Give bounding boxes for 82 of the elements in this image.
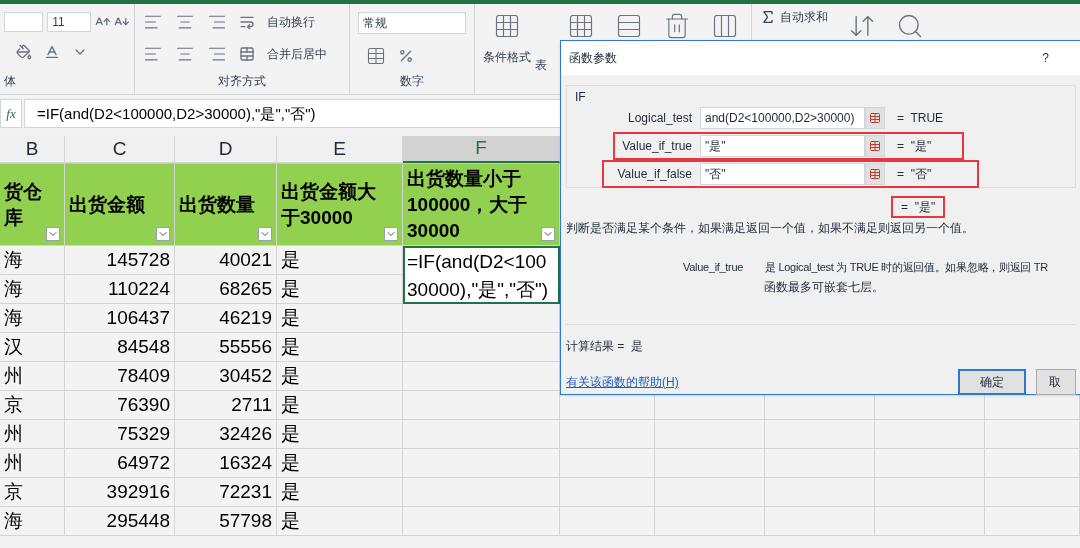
column-header[interactable]: C bbox=[65, 136, 175, 163]
table-cell: 汉 bbox=[0, 333, 65, 362]
table-cell: 是 bbox=[277, 275, 403, 304]
argument-note: 函数最多可嵌套七层。 bbox=[763, 278, 885, 296]
merge-center-button[interactable]: 合并后居中 bbox=[267, 45, 327, 63]
argument-field[interactable]: "否" bbox=[700, 163, 865, 185]
table-cell: 72231 bbox=[175, 478, 277, 507]
table-cell: 40021 bbox=[175, 246, 277, 275]
table-cell: 392916 bbox=[65, 478, 175, 507]
table-cell: 海 bbox=[0, 275, 65, 304]
argument-description: 是 Logical_test 为 TRUE 时的返回值。如果忽略，则返回 TR bbox=[765, 260, 1048, 275]
table-cell: 是 bbox=[277, 507, 403, 536]
table-cell: 46219 bbox=[175, 304, 277, 333]
table-cell: 2711 bbox=[175, 391, 277, 420]
table-cell: 84548 bbox=[65, 333, 175, 362]
argument-label: Logical_test bbox=[626, 110, 693, 127]
table-cell: 110224 bbox=[65, 275, 175, 304]
cancel-button[interactable]: 取 bbox=[1036, 368, 1076, 395]
column-header[interactable]: F bbox=[403, 136, 560, 163]
table-cell: 57798 bbox=[175, 507, 277, 536]
font-size-field[interactable]: 11 bbox=[47, 12, 91, 32]
table-cell: 是 bbox=[277, 420, 403, 449]
cell-editor[interactable]: =IF(and(D2<100 30000),"是","否") bbox=[403, 246, 560, 304]
calculation-result: 计算结果 = 是 bbox=[565, 337, 644, 355]
argument-name: Value_if_true bbox=[683, 260, 745, 275]
table-cell: 京 bbox=[0, 391, 65, 420]
table-cell: 州 bbox=[0, 449, 65, 478]
function-label[interactable]: fx bbox=[0, 99, 22, 128]
column-header[interactable]: D bbox=[175, 136, 277, 163]
argument-result: = TRUE bbox=[897, 110, 944, 127]
header-text: 出货数量 bbox=[179, 192, 255, 217]
argument-label: Value_if_true bbox=[621, 138, 693, 155]
autosum-button[interactable]: 自动求和 bbox=[780, 8, 828, 26]
help-link[interactable]: 有关该函数的帮助(H) bbox=[566, 372, 959, 391]
conditional-format-button[interactable]: 条件格式 bbox=[483, 48, 531, 66]
table-cell: 64972 bbox=[65, 449, 175, 478]
table-cell: 68265 bbox=[175, 275, 277, 304]
wrap-text-button[interactable]: 自动换行 bbox=[267, 13, 315, 31]
formula-result: = "是" bbox=[891, 196, 946, 218]
table-cell: 州 bbox=[0, 420, 65, 449]
argument-result: = "否" bbox=[897, 166, 932, 183]
formula-text: =IF(and(D2<100 bbox=[407, 250, 548, 274]
table-cell: 295448 bbox=[65, 507, 175, 536]
table-cell: 海 bbox=[0, 246, 65, 275]
table-cell: 55556 bbox=[175, 333, 277, 362]
table-cell: 32426 bbox=[175, 420, 277, 449]
argument-field[interactable]: and(D2<100000,D2>30000) bbox=[700, 107, 865, 129]
table-cell: 78409 bbox=[65, 362, 175, 391]
table-cell: 106437 bbox=[65, 304, 175, 333]
header-text: 出货金额 bbox=[69, 192, 145, 217]
table-cell: 76390 bbox=[65, 391, 175, 420]
table-cell: 海 bbox=[0, 507, 65, 536]
ok-button[interactable]: 确定 bbox=[958, 368, 1027, 395]
dialog-title: 函数参数 bbox=[569, 50, 617, 67]
header-text: 出货数量小于100000，大于30000 bbox=[407, 166, 529, 243]
table-cell: 30452 bbox=[175, 362, 277, 391]
group-label: 体 bbox=[4, 73, 17, 90]
table-cell: 75329 bbox=[65, 420, 175, 449]
table-cell: 是 bbox=[277, 391, 403, 420]
table-cell: 是 bbox=[277, 304, 403, 333]
group-label: 数字 bbox=[400, 73, 424, 90]
argument-result: = "是" bbox=[897, 138, 932, 155]
argument-field[interactable]: "是" bbox=[700, 135, 865, 157]
table-cell: 是 bbox=[277, 362, 403, 391]
table-format-button[interactable]: 表 bbox=[535, 56, 547, 74]
table-cell: 145728 bbox=[65, 246, 175, 275]
argument-label: Value_if_false bbox=[616, 166, 693, 183]
table-cell: 是 bbox=[277, 478, 403, 507]
table-cell: 海 bbox=[0, 304, 65, 333]
table-cell: 是 bbox=[277, 333, 403, 362]
header-text: 货仓库 bbox=[4, 179, 43, 230]
table-cell: 是 bbox=[277, 449, 403, 478]
function-description: 判断是否满足某个条件，如果满足返回一个值，如果不满足则返回另一个值。 bbox=[565, 220, 975, 237]
header-text: 出货金额大于30000 bbox=[281, 179, 377, 230]
table-cell: 16324 bbox=[175, 449, 277, 478]
number-format-field[interactable]: 常规 bbox=[358, 12, 466, 34]
column-header[interactable]: B bbox=[0, 136, 65, 163]
help-button[interactable]: ? bbox=[1042, 49, 1049, 67]
formula-text: 30000),"是","否") bbox=[407, 278, 550, 302]
table-cell: 州 bbox=[0, 362, 65, 391]
group-label: 对齐方式 bbox=[218, 73, 266, 90]
table-cell: 京 bbox=[0, 478, 65, 507]
